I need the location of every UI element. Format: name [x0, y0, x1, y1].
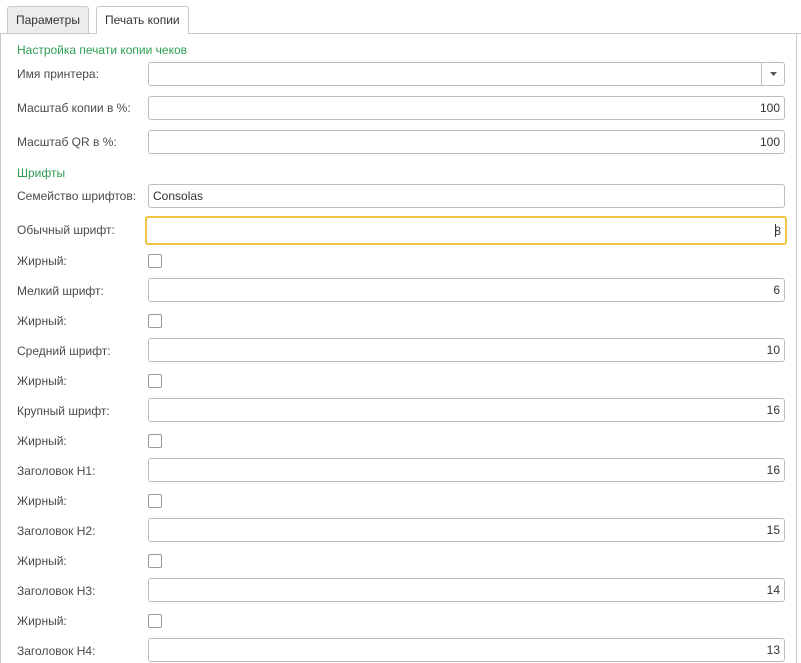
section-print-settings: Настройка печати копии чеков	[17, 43, 188, 57]
printer-name-label: Имя принтера:	[17, 67, 99, 81]
h3-input[interactable]: 14	[148, 578, 785, 602]
copy-scale-input[interactable]: 100	[148, 96, 785, 120]
copy-scale-label: Масштаб копии в %:	[17, 101, 131, 115]
large-bold-checkbox[interactable]	[148, 434, 162, 448]
tab-print-copy[interactable]: Печать копии	[96, 6, 189, 34]
medium-font-input[interactable]: 10	[148, 338, 785, 362]
h2-input[interactable]: 15	[148, 518, 785, 542]
h2-bold-checkbox[interactable]	[148, 554, 162, 568]
h1-value: 16	[766, 463, 780, 477]
h4-label: Заголовок H4:	[17, 644, 96, 658]
font-family-input[interactable]: Consolas	[148, 184, 785, 208]
h3-bold-checkbox[interactable]	[148, 614, 162, 628]
tab-parameters[interactable]: Параметры	[7, 6, 89, 33]
qr-scale-label: Масштаб QR в %:	[17, 135, 117, 149]
small-font-input[interactable]: 6	[148, 278, 785, 302]
h1-bold-label: Жирный:	[17, 494, 67, 508]
printer-dropdown-button[interactable]	[761, 63, 784, 85]
normal-font-input[interactable]: 8	[145, 216, 787, 245]
h3-label: Заголовок H3:	[17, 584, 96, 598]
h2-value: 15	[766, 523, 780, 537]
medium-bold-label: Жирный:	[17, 374, 67, 388]
small-bold-label: Жирный:	[17, 314, 67, 328]
font-family-label: Семейство шрифтов:	[17, 189, 137, 203]
h3-value: 14	[766, 583, 780, 597]
font-family-value: Consolas	[153, 189, 204, 203]
large-font-input[interactable]: 16	[148, 398, 785, 422]
copy-scale-value: 100	[759, 101, 780, 115]
printer-name-select[interactable]	[148, 62, 785, 86]
h1-bold-checkbox[interactable]	[148, 494, 162, 508]
h2-label: Заголовок H2:	[17, 524, 96, 538]
small-font-label: Мелкий шрифт:	[17, 284, 104, 298]
normal-bold-checkbox[interactable]	[148, 254, 162, 268]
h4-value: 13	[766, 643, 780, 657]
chevron-down-icon	[769, 72, 777, 76]
h1-label: Заголовок H1:	[17, 464, 96, 478]
text-caret	[775, 224, 776, 237]
large-font-label: Крупный шрифт:	[17, 404, 110, 418]
small-font-value: 6	[773, 283, 780, 297]
small-bold-checkbox[interactable]	[148, 314, 162, 328]
normal-bold-label: Жирный:	[17, 254, 67, 268]
tab-bar: Параметры Печать копии	[0, 0, 801, 34]
normal-font-label: Обычный шрифт:	[17, 223, 115, 237]
h3-bold-label: Жирный:	[17, 614, 67, 628]
large-font-value: 16	[766, 403, 780, 417]
large-bold-label: Жирный:	[17, 434, 67, 448]
medium-bold-checkbox[interactable]	[148, 374, 162, 388]
medium-font-value: 10	[766, 343, 780, 357]
h1-input[interactable]: 16	[148, 458, 785, 482]
medium-font-label: Средний шрифт:	[17, 344, 111, 358]
h4-input[interactable]: 13	[148, 638, 785, 662]
qr-scale-input[interactable]: 100	[148, 130, 785, 154]
qr-scale-value: 100	[759, 135, 780, 149]
h2-bold-label: Жирный:	[17, 554, 67, 568]
section-fonts: Шрифты	[17, 166, 66, 180]
